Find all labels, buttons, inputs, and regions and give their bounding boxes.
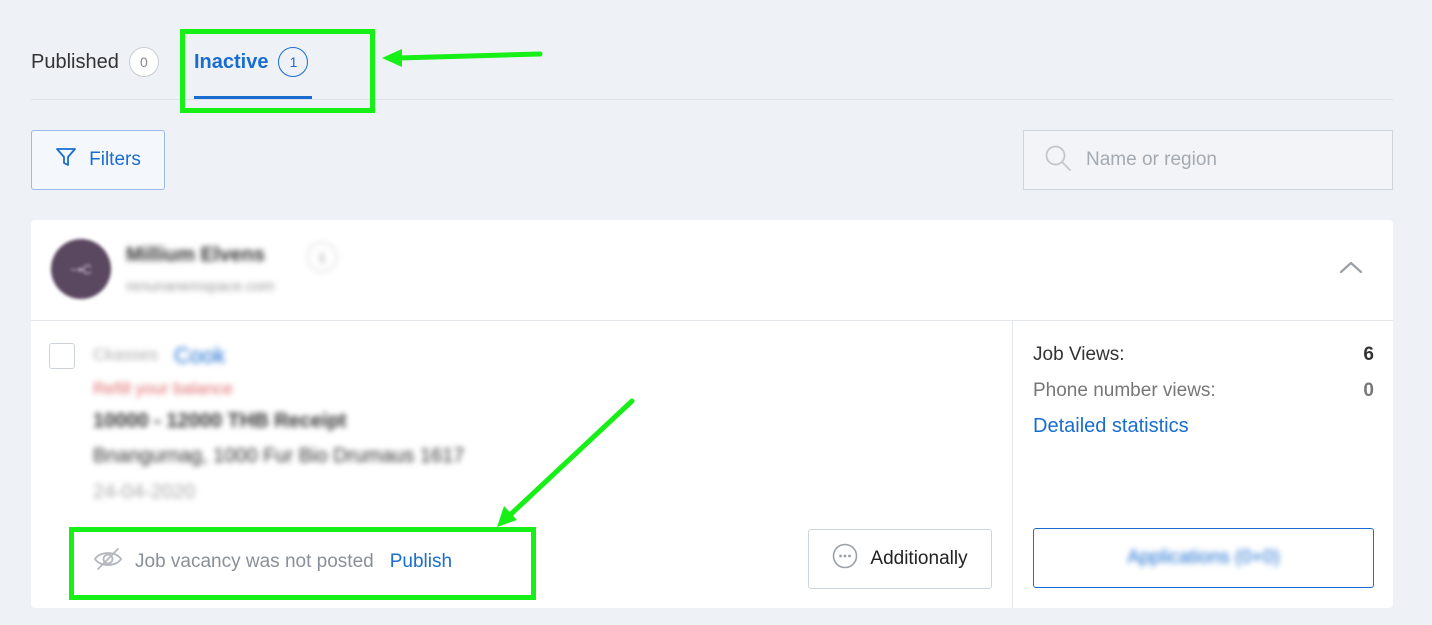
eye-off-icon [93, 547, 123, 577]
vacancy-status: Job vacancy was not posted Publish [93, 547, 452, 577]
job-views-value: 6 [1363, 344, 1374, 365]
vacancy-title-link[interactable]: Cook [174, 343, 225, 369]
vacancy-card: ~•C Millium Elvens 1 renunanemspace.com … [31, 220, 1393, 608]
owner-email: renunanemspace.com [126, 278, 275, 295]
additionally-button[interactable]: Additionally [808, 529, 992, 589]
publish-link[interactable]: Publish [390, 551, 452, 573]
filters-button[interactable]: Filters [31, 130, 165, 190]
phone-views-value: 0 [1363, 380, 1374, 401]
tab-published-label: Published [31, 50, 119, 73]
status-text: Job vacancy was not posted [135, 551, 374, 572]
tab-inactive-label: Inactive [194, 50, 269, 73]
vacancy-checkbox[interactable] [49, 343, 75, 369]
tab-inactive-count: 1 [278, 47, 309, 77]
applications-button[interactable]: Applications (0+0) [1033, 528, 1374, 588]
vacancy-salary: 10000 - 12000 THB Receipt [93, 410, 347, 432]
more-icon [832, 543, 858, 575]
tab-published-count: 0 [128, 47, 159, 77]
vacancy-stats: Job Views: 6 Phone number views: 0 Detai… [1012, 321, 1393, 608]
job-views-label: Job Views: [1033, 344, 1125, 365]
balance-warning: Refill your balance [93, 379, 233, 398]
search-icon [1044, 144, 1072, 177]
active-tab-indicator [194, 96, 312, 99]
status-tabs: Published 0 Inactive 1 [31, 30, 1393, 100]
filter-icon [55, 146, 77, 174]
avatar: ~•C [51, 239, 111, 299]
vacancy-location: Bnangurnag, 1000 Fur Bio Drumaus 1617 [93, 445, 465, 467]
owner-badge: 1 [307, 242, 337, 272]
phone-views-row: Phone number views: 0 [1033, 380, 1374, 402]
job-views-row: Job Views: 6 [1033, 344, 1374, 366]
filters-label: Filters [89, 149, 141, 170]
avatar-text: ~•C [70, 261, 92, 277]
additionally-label: Additionally [870, 548, 968, 569]
vacancy-prefix: Ckasses [93, 345, 159, 364]
card-header: ~•C Millium Elvens 1 renunanemspace.com [31, 220, 1393, 321]
detailed-statistics-link[interactable]: Detailed statistics [1033, 415, 1189, 438]
applications-label: Applications (0+0) [1127, 547, 1280, 568]
phone-views-label: Phone number views: [1033, 380, 1216, 401]
chevron-up-icon [1339, 260, 1363, 279]
tab-inactive[interactable]: Inactive 1 [194, 47, 309, 77]
search-box [1023, 130, 1393, 190]
collapse-button[interactable] [1331, 252, 1371, 286]
vacancy-details: Ckasses Cook Refill your balance 10000 -… [31, 321, 1012, 608]
owner-name: Millium Elvens [126, 244, 265, 266]
tab-published[interactable]: Published 0 [31, 47, 159, 77]
vacancy-date: 24-04-2020 [93, 481, 196, 503]
search-input[interactable] [1086, 149, 1366, 171]
